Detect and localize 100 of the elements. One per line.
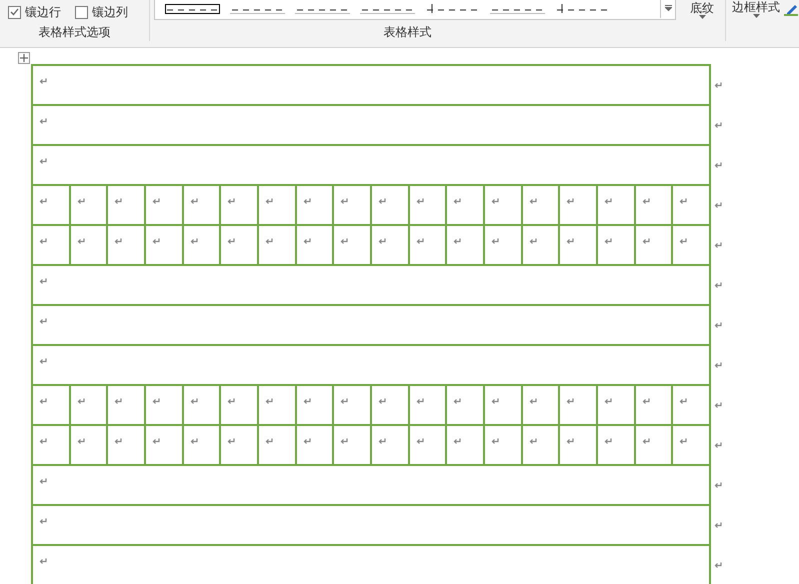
paragraph-mark-icon — [453, 198, 462, 205]
paragraph-mark-icon — [265, 198, 274, 205]
table-style-thumbnail[interactable] — [555, 4, 610, 14]
paragraph-mark-icon — [340, 398, 348, 405]
paragraph-mark-icon — [714, 82, 722, 89]
paragraph-mark-icon — [114, 438, 122, 445]
paragraph-mark-icon — [679, 238, 688, 245]
paragraph-mark-icon — [39, 438, 47, 445]
paragraph-mark-icon — [491, 398, 500, 405]
paragraph-mark-icon — [227, 438, 236, 445]
shading-button[interactable]: 底纹 — [690, 2, 714, 18]
paragraph-mark-icon — [566, 198, 574, 205]
paragraph-mark-icon — [604, 198, 612, 205]
paragraph-mark-icon — [190, 198, 198, 205]
move-arrows-icon — [20, 54, 28, 62]
paragraph-mark-icon — [416, 438, 424, 445]
caret-icon — [752, 14, 760, 18]
group-label: 表格样式 — [382, 24, 432, 41]
table-style-thumbnail[interactable] — [425, 4, 480, 14]
paragraph-mark-icon — [679, 198, 688, 205]
pen-icon[interactable] — [784, 2, 798, 16]
paragraph-mark-icon — [39, 118, 47, 125]
paragraph-mark-icon — [39, 518, 47, 525]
paragraph-mark-icon — [604, 438, 612, 445]
paragraph-mark-icon — [566, 438, 574, 445]
paragraph-mark-icon — [76, 398, 85, 405]
paragraph-mark-icon — [491, 238, 500, 245]
paragraph-mark-icon — [190, 398, 198, 405]
paragraph-mark-icon — [76, 198, 85, 205]
paragraph-mark-icon — [39, 398, 47, 405]
caret-icon — [698, 14, 706, 18]
gallery-more-button[interactable] — [660, 0, 675, 18]
paragraph-mark-icon — [265, 398, 274, 405]
paragraph-mark-icon — [39, 158, 47, 165]
paragraph-mark-icon — [302, 238, 311, 245]
paragraph-mark-icon — [714, 442, 722, 449]
paragraph-mark-icon — [302, 438, 311, 445]
paragraph-mark-icon — [152, 398, 160, 405]
paragraph-mark-icon — [340, 198, 348, 205]
paragraph-mark-icon — [679, 398, 688, 405]
paragraph-mark-icon — [642, 398, 650, 405]
paragraph-mark-icon — [378, 238, 386, 245]
paragraph-mark-icon — [190, 438, 198, 445]
paragraph-mark-icon — [152, 198, 160, 205]
paragraph-mark-icon — [227, 238, 236, 245]
group-label: 表格样式选项 — [38, 24, 112, 41]
paragraph-mark-icon — [265, 238, 274, 245]
paragraph-mark-icon — [340, 438, 348, 445]
paragraph-mark-icon — [378, 198, 386, 205]
paragraph-mark-icon — [714, 122, 722, 129]
paragraph-mark-icon — [227, 198, 236, 205]
paragraph-mark-icon — [714, 402, 722, 409]
checkbox[interactable] — [8, 6, 21, 18]
paragraph-mark-icon — [642, 198, 650, 205]
paragraph-mark-icon — [302, 398, 311, 405]
border-style-button[interactable]: 边框样式 — [732, 1, 780, 18]
paragraph-mark-icon — [152, 438, 160, 445]
paragraph-mark-icon — [453, 438, 462, 445]
paragraph-mark-icon — [491, 198, 500, 205]
paragraph-mark-icon — [76, 438, 85, 445]
paragraph-mark-icon — [416, 398, 424, 405]
paragraph-mark-icon — [714, 242, 722, 249]
paragraph-mark-icon — [39, 478, 47, 485]
paragraph-mark-icon — [528, 238, 537, 245]
table-style-thumbnail[interactable] — [165, 4, 220, 14]
caret-icon — [664, 5, 672, 11]
paragraph-mark-icon — [528, 198, 537, 205]
table-move-handle[interactable] — [18, 52, 30, 64]
paragraph-mark-icon — [714, 322, 722, 329]
paragraph-mark-icon — [378, 398, 386, 405]
checkbox-label: 镶边列 — [92, 4, 128, 20]
paragraph-mark-icon — [39, 558, 47, 565]
paragraph-mark-icon — [714, 162, 722, 169]
paragraph-mark-icon — [76, 238, 85, 245]
paragraph-mark-icon — [39, 318, 47, 325]
paragraph-mark-icon — [190, 238, 198, 245]
paragraph-mark-icon — [340, 238, 348, 245]
paragraph-mark-icon — [714, 482, 722, 489]
paragraph-mark-icon — [416, 238, 424, 245]
paragraph-mark-icon — [714, 282, 722, 289]
paragraph-mark-icon — [39, 198, 47, 205]
paragraph-mark-icon — [152, 238, 160, 245]
paragraph-mark-icon — [528, 398, 537, 405]
checkbox-label: 镶边行 — [25, 4, 61, 20]
paragraph-mark-icon — [114, 198, 122, 205]
paragraph-mark-icon — [39, 78, 47, 85]
paragraph-mark-icon — [114, 398, 122, 405]
paragraph-mark-icon — [39, 278, 47, 285]
paragraph-mark-icon — [39, 358, 47, 365]
paragraph-mark-icon — [642, 238, 650, 245]
paragraph-mark-icon — [491, 438, 500, 445]
paragraph-mark-icon — [604, 398, 612, 405]
paragraph-mark-icon — [378, 438, 386, 445]
paragraph-mark-icon — [114, 238, 122, 245]
paragraph-mark-icon — [302, 198, 311, 205]
paragraph-mark-icon — [566, 398, 574, 405]
paragraph-mark-icon — [528, 438, 537, 445]
paragraph-mark-icon — [227, 398, 236, 405]
paragraph-mark-icon — [604, 238, 612, 245]
checkbox[interactable] — [75, 6, 88, 18]
